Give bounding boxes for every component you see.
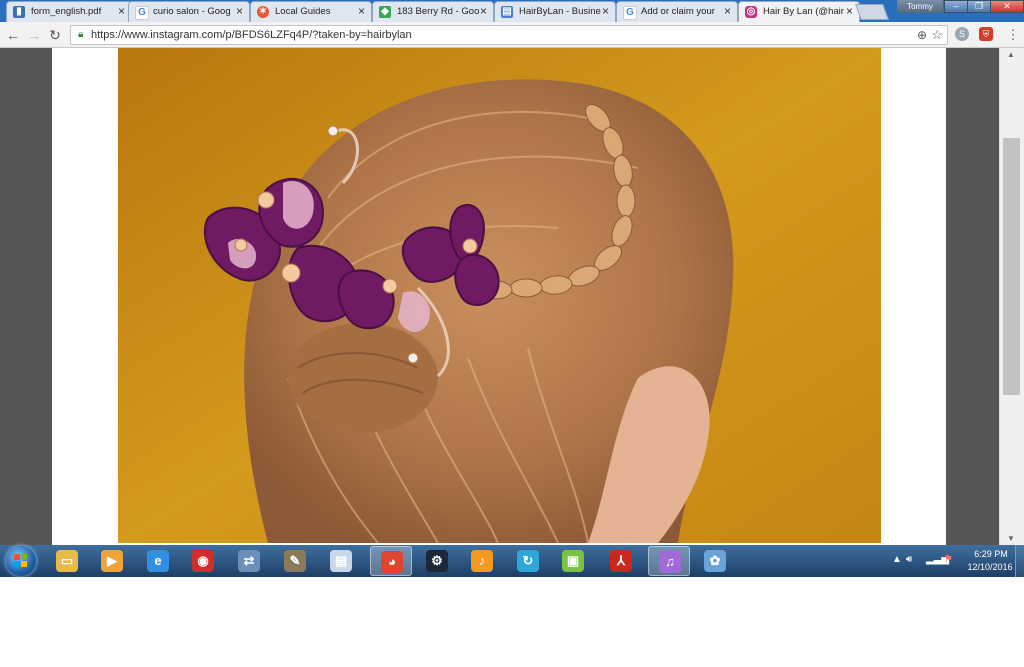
taskbar-app-button[interactable]: ▶ bbox=[91, 546, 133, 576]
menu-icon[interactable]: ⋮ bbox=[1004, 26, 1022, 44]
bookmark-star-icon[interactable]: ☆ bbox=[931, 27, 943, 43]
windows-logo-icon bbox=[14, 554, 27, 567]
tab-form-english[interactable]: ▮ form_english.pdf × bbox=[6, 1, 132, 22]
close-icon[interactable]: × bbox=[480, 4, 487, 18]
chrome-icon: ◕ bbox=[381, 551, 403, 573]
instagram-post bbox=[52, 48, 946, 545]
forward-arrow-icon[interactable]: → bbox=[25, 26, 43, 44]
taskbar-app-button[interactable]: ⇄ bbox=[228, 546, 270, 576]
taskbar-app-button[interactable]: ▣ bbox=[552, 546, 594, 576]
tab-title: HairByLan - Busine bbox=[519, 6, 601, 17]
restore-button[interactable]: ❐ bbox=[967, 0, 991, 13]
tab-title: form_english.pdf bbox=[31, 6, 102, 17]
scroll-up-arrow-icon[interactable]: ▲ bbox=[1007, 50, 1015, 59]
tab-hair-by-lan-instagram[interactable]: ◎ Hair By Lan (@hair × bbox=[738, 1, 860, 22]
post-photo[interactable] bbox=[118, 48, 881, 543]
fl-studio-icon: ♪ bbox=[471, 550, 493, 572]
action-center-icon[interactable]: ⚑ bbox=[944, 554, 953, 565]
reload-icon[interactable]: ↻ bbox=[46, 26, 64, 44]
paint-app-icon: ✿ bbox=[704, 550, 726, 572]
clock-date[interactable]: 12/10/2016 bbox=[962, 562, 1018, 572]
back-arrow-icon[interactable]: ← bbox=[4, 26, 22, 44]
tab-title: 183 Berry Rd - Goo bbox=[397, 6, 479, 17]
local-guides-icon: ✶ bbox=[257, 6, 269, 18]
close-icon[interactable]: × bbox=[602, 4, 609, 18]
maps-icon: ◆ bbox=[379, 6, 391, 18]
address-bar[interactable]: 🔒︎ https://www.instagram.com/p/BFDS6LZFq… bbox=[70, 25, 948, 45]
scrollbar-thumb[interactable] bbox=[1003, 138, 1020, 395]
tab-title: Hair By Lan (@hair bbox=[763, 6, 844, 17]
clock-time[interactable]: 6:29 PM bbox=[969, 549, 1013, 559]
tab-local-guides[interactable]: ✶ Local Guides × bbox=[250, 1, 372, 22]
taskbar-app-button[interactable]: ▭ bbox=[46, 546, 88, 576]
tab-title: Local Guides bbox=[275, 6, 331, 17]
taskbar-app-button[interactable]: ♪ bbox=[461, 546, 503, 576]
taskbar-app-button[interactable]: ▤ bbox=[320, 546, 362, 576]
document-app-icon: ▤ bbox=[330, 550, 352, 572]
volume-icon[interactable]: 🔊︎ bbox=[906, 554, 912, 565]
minimize-button[interactable]: ‒ bbox=[944, 0, 968, 13]
internet-explorer-icon: e bbox=[147, 550, 169, 572]
taskbar-app-button[interactable]: ⚙ bbox=[416, 546, 458, 576]
steam-icon: ⚙ bbox=[426, 550, 448, 572]
close-icon[interactable]: × bbox=[724, 4, 731, 18]
google-icon: G bbox=[135, 6, 149, 20]
scroll-down-arrow-icon[interactable]: ▼ bbox=[1007, 534, 1015, 543]
gimp-icon: ✎ bbox=[284, 550, 306, 572]
tab-curio-salon[interactable]: G curio salon - Goog × bbox=[128, 1, 250, 22]
close-window-button[interactable]: ✕ bbox=[990, 0, 1024, 13]
file-explorer-icon: ▭ bbox=[56, 550, 78, 572]
taskbar-app-button[interactable]: ✎ bbox=[274, 546, 316, 576]
google-icon: G bbox=[623, 6, 637, 20]
tab-add-or-claim[interactable]: G Add or claim your × bbox=[616, 1, 738, 22]
tab-title: Add or claim your bbox=[641, 6, 715, 17]
taskbar-app-button[interactable]: ♫ bbox=[648, 546, 690, 576]
disc-app-icon: ◉ bbox=[192, 550, 214, 572]
pdf-doc-icon: ▮ bbox=[13, 6, 25, 18]
close-icon[interactable]: × bbox=[118, 4, 125, 18]
itunes-icon: ♫ bbox=[659, 551, 681, 573]
tab-title: curio salon - Goog bbox=[153, 6, 231, 17]
media-player-icon: ▶ bbox=[101, 550, 123, 572]
browser-tab-strip: ▮ form_english.pdf × G curio salon - Goo… bbox=[0, 0, 1024, 22]
tab-hairbylan-business[interactable]: ▤ HairByLan - Busine × bbox=[494, 1, 616, 22]
taskbar-app-button[interactable]: ✿ bbox=[694, 546, 736, 576]
sync-app-icon: ↻ bbox=[517, 550, 539, 572]
shield-extension-icon[interactable]: ⛨ bbox=[979, 27, 993, 41]
close-icon[interactable]: × bbox=[236, 4, 243, 18]
page-viewport bbox=[0, 48, 999, 545]
taskbar-app-button[interactable]: ⅄ bbox=[600, 546, 642, 576]
system-tray: ▲ 🔊︎ ▂▃▅ ⚑ 6:29 PM 12/10/2016 bbox=[886, 545, 1024, 577]
zoom-icon[interactable]: ⊕ bbox=[917, 28, 927, 42]
profile-button[interactable]: Tommy bbox=[897, 0, 943, 13]
close-icon[interactable]: × bbox=[846, 4, 853, 18]
instagram-icon: ◎ bbox=[745, 6, 757, 18]
url-text[interactable]: https://www.instagram.com/p/BFDS6LZFq4P/… bbox=[91, 29, 412, 41]
show-hidden-icons-icon[interactable]: ▲ bbox=[892, 554, 902, 565]
new-tab-button[interactable] bbox=[855, 4, 889, 20]
taskbar-app-button[interactable]: ◉ bbox=[182, 546, 224, 576]
taskbar-app-button[interactable]: ↻ bbox=[507, 546, 549, 576]
close-icon[interactable]: × bbox=[358, 4, 365, 18]
show-desktop-button[interactable] bbox=[1015, 545, 1024, 577]
browser-toolbar: ← → ↻ 🔒︎ https://www.instagram.com/p/BFD… bbox=[0, 22, 1024, 48]
lock-icon: 🔒︎ bbox=[78, 29, 84, 40]
start-button[interactable] bbox=[6, 546, 36, 576]
windows-taskbar: ▭ ▶ e ◉ ⇄ ✎ ▤ ◕ ⚙ ♪ ↻ ▣ ⅄ ♫ ✿ ▲ 🔊︎ ▂▃▅ ⚑ 6:29 PM 12/10… bbox=[0, 545, 1024, 577]
acrobat-icon: ⅄ bbox=[610, 550, 632, 572]
android-app-icon: ▣ bbox=[562, 550, 584, 572]
vertical-scrollbar[interactable]: ▲ ▼ bbox=[999, 48, 1024, 545]
network-app-icon: ⇄ bbox=[238, 550, 260, 572]
taskbar-app-button[interactable]: e bbox=[137, 546, 179, 576]
business-icon: ▤ bbox=[501, 6, 513, 18]
tab-berry-rd[interactable]: ◆ 183 Berry Rd - Goo × bbox=[372, 1, 494, 22]
taskbar-app-button[interactable]: ◕ bbox=[370, 546, 412, 576]
skype-extension-icon[interactable]: S bbox=[955, 27, 969, 41]
